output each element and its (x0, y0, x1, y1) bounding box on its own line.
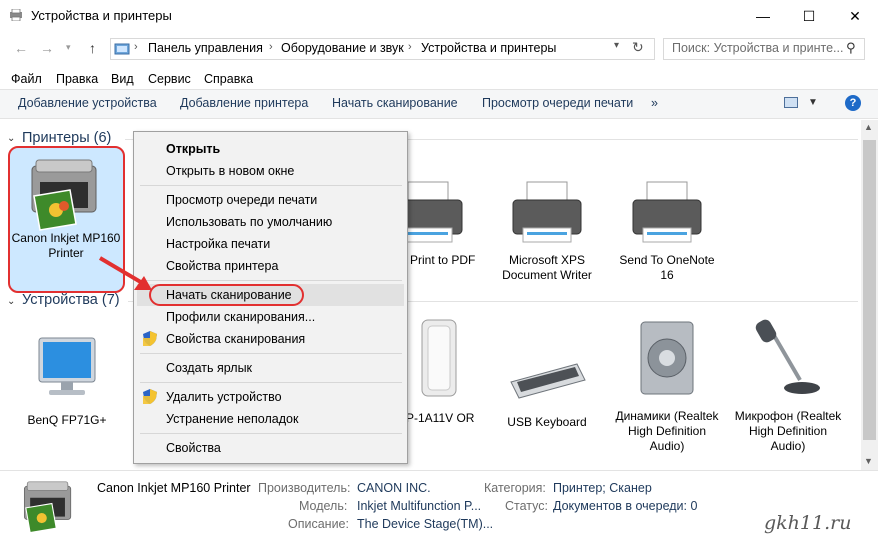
scroll-up-arrow-icon[interactable]: ▲ (864, 122, 873, 132)
details-model-value: Inkjet Multifunction P... (357, 499, 482, 513)
details-category-value: Принтер; Сканер (553, 481, 652, 495)
ctx-open-new-window[interactable]: Открыть в новом окне (166, 164, 294, 178)
device-usb-keyboard[interactable]: USB Keyboard (492, 350, 602, 430)
device-label: Динамики (Realtek High Definition Audio) (615, 409, 719, 453)
annotation-arrow-icon (98, 256, 152, 290)
menu-separator (140, 280, 402, 281)
collapse-chevron-icon[interactable]: ⌄ (7, 296, 15, 307)
maximize-icon: ☐ (802, 7, 816, 24)
scroll-down-arrow-icon[interactable]: ▼ (864, 456, 873, 466)
maximize-button[interactable]: ☐ (786, 0, 832, 32)
ctx-create-shortcut[interactable]: Создать ярлык (166, 361, 252, 375)
breadcrumb-separator-icon: › (134, 41, 138, 53)
breadcrumb-devices-printers[interactable]: Устройства и принтеры (421, 41, 556, 55)
devices-group-header[interactable]: Устройства (7) (22, 292, 120, 308)
printers-group-header[interactable]: Принтеры (6) (22, 130, 111, 146)
details-description-label: Описание: (288, 517, 349, 531)
keyboard-icon (510, 363, 586, 399)
breadcrumb-separator-icon: › (269, 41, 273, 53)
printer-canon-mp160[interactable]: Canon Inkjet MP160 Printer (11, 152, 121, 261)
details-status-label: Статус: (505, 499, 548, 513)
ctx-print-queue[interactable]: Просмотр очереди печати (166, 193, 317, 207)
uac-shield-icon (143, 331, 157, 346)
menu-help[interactable]: Справка (204, 72, 253, 86)
device-speakers[interactable]: Динамики (Realtek High Definition Audio) (612, 318, 722, 454)
ctx-scan-profiles[interactable]: Профили сканирования... (166, 310, 315, 324)
multifunction-printer-icon (23, 481, 72, 534)
details-status-value: Документов в очереди: 0 (553, 499, 698, 513)
printer-onenote[interactable]: Send To OneNote 16 (612, 178, 722, 283)
close-icon: ✕ (849, 7, 861, 24)
device-benq-monitor[interactable]: BenQ FP71G+ (12, 334, 122, 428)
ctx-scan-properties[interactable]: Свойства сканирования (166, 332, 305, 346)
microphone-icon (755, 319, 820, 394)
breadcrumb-separator-icon: › (408, 41, 412, 53)
print-queue-button[interactable]: Просмотр очереди печати (482, 96, 633, 110)
menu-separator (140, 382, 402, 383)
collapse-chevron-icon[interactable]: ⌄ (7, 133, 15, 144)
ctx-printer-properties[interactable]: Свойства принтера (166, 259, 278, 273)
breadcrumb-control-panel[interactable]: Панель управления (148, 41, 263, 55)
device-label: BenQ FP71G+ (27, 413, 107, 427)
menu-separator (140, 185, 402, 186)
recent-pages-chevron-icon[interactable]: ▾ (66, 42, 71, 53)
add-device-button[interactable]: Добавление устройства (18, 96, 157, 110)
device-microphone[interactable]: Микрофон (Realtek High Definition Audio) (733, 318, 843, 454)
device-label: Microsoft XPS Document Writer (502, 253, 592, 282)
ctx-open[interactable]: Открыть (166, 142, 220, 156)
ctx-set-default[interactable]: Использовать по умолчанию (166, 215, 332, 229)
monitor-icon (38, 337, 96, 395)
scrollbar-thumb[interactable] (863, 140, 876, 440)
search-icon[interactable]: ⚲ (846, 40, 856, 56)
forward-arrow-icon[interactable]: → (40, 40, 54, 56)
view-options-chevron-icon[interactable]: ▼ (808, 97, 818, 108)
change-view-icon[interactable] (784, 97, 798, 108)
details-manufacturer-value: CANON INC. (357, 481, 431, 495)
ctx-remove-device[interactable]: Удалить устройство (166, 390, 282, 404)
printer-icon (632, 181, 702, 243)
uac-shield-icon (143, 389, 157, 404)
details-description-value: The Device Stage(TM)... (357, 517, 494, 531)
menu-view[interactable]: Вид (111, 72, 134, 86)
printer-icon (512, 181, 582, 243)
more-commands-chevron-icon[interactable]: » (651, 96, 658, 110)
details-device-name: Canon Inkjet MP160 Printer (97, 481, 251, 495)
watermark: gkh11.ru (764, 512, 852, 534)
address-dropdown-chevron-icon[interactable]: ▾ (614, 40, 619, 51)
details-manufacturer-label: Производитель: (258, 481, 351, 495)
menu-edit[interactable]: Правка (56, 72, 98, 86)
minimize-button[interactable]: — (740, 0, 786, 32)
minimize-icon: — (756, 8, 770, 24)
details-model-label: Модель: (299, 499, 348, 513)
ctx-start-scan[interactable]: Начать сканирование (166, 288, 292, 302)
device-label: Send To OneNote 16 (619, 253, 715, 282)
ctx-troubleshoot[interactable]: Устранение неполадок (166, 412, 298, 426)
ctx-print-settings[interactable]: Настройка печати (166, 237, 270, 251)
breadcrumb-hardware-sound[interactable]: Оборудование и звук (281, 41, 404, 55)
back-arrow-icon[interactable]: ← (14, 40, 28, 56)
multifunction-printer-icon (31, 159, 97, 231)
ctx-properties[interactable]: Свойства (166, 441, 221, 455)
speaker-icon (640, 321, 694, 395)
menu-file[interactable]: Файл (11, 72, 42, 86)
menu-separator (140, 433, 402, 434)
help-icon[interactable]: ? (845, 95, 861, 111)
menu-tools[interactable]: Сервис (148, 72, 191, 86)
printer-xps-writer[interactable]: Microsoft XPS Document Writer (492, 178, 602, 283)
up-arrow-icon[interactable]: ↑ (89, 40, 96, 56)
close-button[interactable]: ✕ (832, 0, 878, 32)
menu-separator (140, 353, 402, 354)
device-label: Микрофон (Realtek High Definition Audio) (734, 409, 842, 453)
device-label: USB Keyboard (507, 415, 587, 429)
refresh-icon[interactable]: ↻ (632, 39, 644, 56)
add-printer-button[interactable]: Добавление принтера (180, 96, 308, 110)
details-category-label: Категория: (484, 481, 546, 495)
start-scan-button[interactable]: Начать сканирование (332, 96, 458, 110)
control-panel-icon (114, 43, 130, 55)
window-title: Устройства и принтеры (31, 8, 172, 23)
devices-printers-app-icon (10, 9, 22, 21)
search-input[interactable]: Поиск: Устройства и принте... (672, 41, 843, 55)
